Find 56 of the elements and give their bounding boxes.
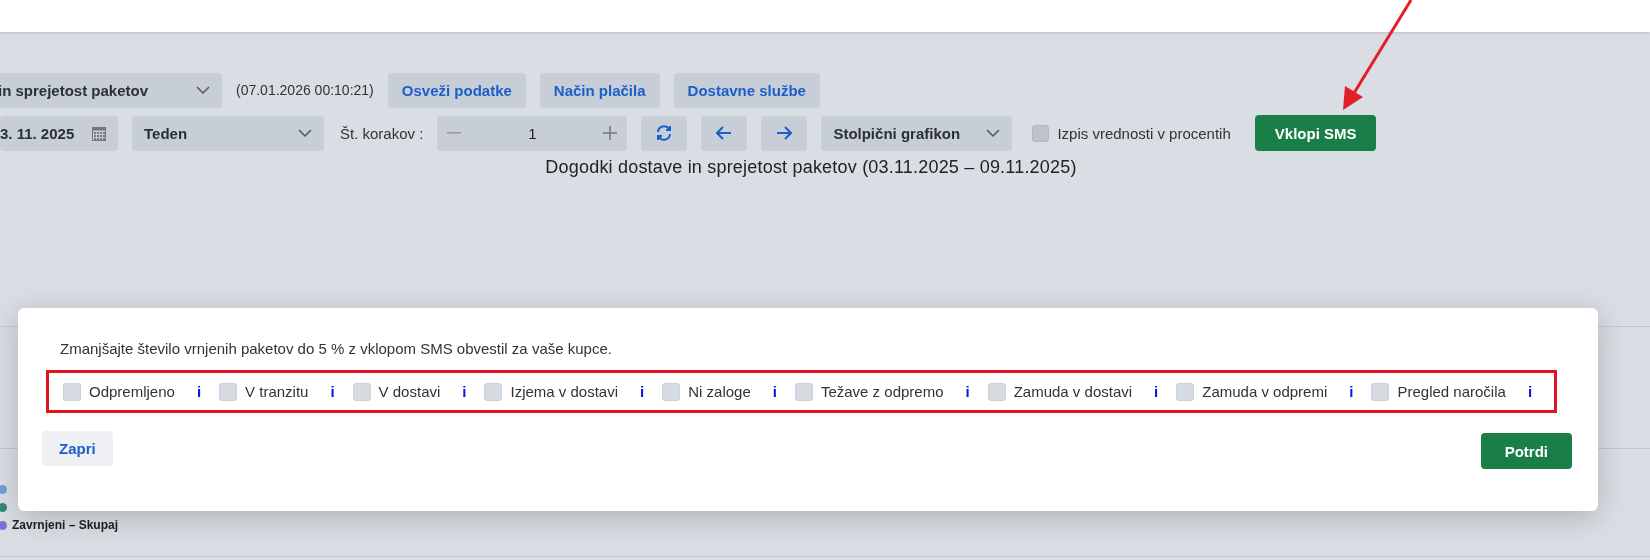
option-checkbox[interactable]	[1371, 382, 1390, 401]
option-label: V dostavi	[378, 383, 441, 400]
option-checkbox[interactable]	[484, 382, 503, 401]
info-icon[interactable]: i	[196, 383, 202, 400]
option-label: Težave z odpremo	[820, 383, 944, 400]
dialog-message: Zmanjšajte število vrnjenih paketov do 5 % z vklopom SMS obvestil za vaše kupce.	[60, 340, 613, 357]
calendar-icon	[92, 125, 106, 141]
previous-button[interactable]	[701, 115, 748, 151]
percent-checkbox[interactable]	[1032, 124, 1050, 142]
toolbar-button[interactable]: Osveži podatke	[387, 72, 526, 108]
chevron-down-icon	[986, 129, 1001, 137]
minus-icon[interactable]	[447, 132, 462, 134]
option-label: Ni zaloge	[688, 383, 751, 400]
period-select[interactable]: Teden	[132, 115, 324, 151]
option-checkbox[interactable]	[1176, 382, 1195, 401]
refresh-icon	[655, 124, 674, 142]
toolbar-button[interactable]: Način plačila	[539, 72, 660, 108]
refresh-button[interactable]	[641, 115, 688, 151]
enable-sms-button[interactable]: Vklopi SMS	[1254, 115, 1377, 151]
option-label: Zamuda v dostavi	[1013, 383, 1133, 400]
steps-field[interactable]: 1	[437, 115, 628, 151]
option-checkbox[interactable]	[794, 382, 813, 401]
chevron-down-icon	[196, 86, 210, 94]
option-checkbox[interactable]	[63, 382, 81, 401]
toolbar-button[interactable]: Dostavne službe	[673, 72, 820, 108]
confirm-button[interactable]: Potrdi	[1480, 433, 1572, 469]
plus-icon[interactable]	[603, 126, 618, 140]
option-label: Odpremljeno	[89, 383, 175, 400]
option-checkbox[interactable]	[987, 382, 1006, 401]
arrow-right-icon	[776, 126, 793, 140]
info-icon[interactable]: i	[1527, 383, 1533, 400]
info-icon[interactable]: i	[1154, 383, 1159, 400]
next-button[interactable]	[761, 115, 808, 151]
legend-label: Zavrnjeni – Skupaj	[12, 518, 119, 532]
chart-type-select[interactable]: Stolpični grafikon	[821, 115, 1013, 151]
option-label: Pregled naročila	[1397, 383, 1506, 400]
info-icon[interactable]: i	[965, 383, 970, 400]
info-icon[interactable]: i	[640, 383, 645, 400]
option-checkbox[interactable]	[662, 382, 681, 401]
close-button[interactable]: Zapri	[42, 431, 113, 466]
option-label: Zamuda v odpremi	[1202, 383, 1328, 400]
chart-title: Dogodki dostave in sprejetost paketov (03.11.2025 – 09.11.2025)	[544, 157, 1078, 178]
option-checkbox[interactable]	[219, 382, 238, 401]
info-icon[interactable]: i	[772, 383, 777, 400]
date-field[interactable]: 3. 11. 2025	[0, 115, 118, 151]
option-checkbox[interactable]	[352, 382, 371, 401]
steps-label: Št. korakov :	[340, 124, 424, 142]
arrow-left-icon	[716, 126, 733, 140]
option-label: Izjema v dostavi	[510, 383, 619, 400]
info-icon[interactable]: i	[330, 383, 335, 400]
info-icon[interactable]: i	[1349, 383, 1354, 400]
chevron-down-icon	[298, 129, 312, 137]
timestamp: (07.01.2026 00:10:21)	[236, 82, 374, 98]
option-label: V tranzitu	[245, 383, 309, 400]
info-icon[interactable]: i	[462, 383, 467, 400]
checkbox-label: Izpis vrednosti v procentih	[1057, 124, 1231, 142]
